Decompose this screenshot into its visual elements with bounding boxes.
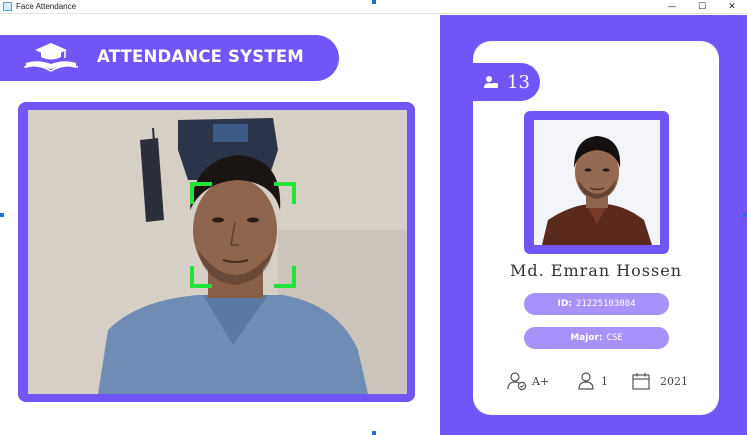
student-name: Md. Emran Hossen (509, 261, 682, 280)
resize-handle[interactable] (372, 0, 376, 4)
graduation-book-icon (23, 43, 79, 72)
student-photo (534, 120, 660, 245)
student-major-pill: Major: CSE (524, 327, 669, 349)
student-id-pill: ID: 21225103084 (524, 293, 669, 315)
resize-handle[interactable] (372, 431, 376, 435)
calendar-icon (632, 373, 650, 390)
maximize-button[interactable]: ☐ (687, 0, 717, 14)
window-title: Face Attendance (16, 2, 77, 11)
camera-feed (28, 110, 407, 394)
student-major-value: CSE (606, 333, 623, 343)
window-controls: — ☐ ✕ (657, 0, 747, 14)
close-button[interactable]: ✕ (717, 0, 747, 14)
student-info-panel: 13 Md. Emran Hossen ID: 21225103084 Majo… (440, 15, 747, 435)
year-stat: 2021 (631, 371, 688, 391)
student-major-label: Major: (570, 333, 603, 343)
attendance-count-badge: 13 (473, 63, 540, 101)
resize-handle[interactable] (0, 213, 4, 217)
camera-frame (18, 102, 415, 402)
student-photo-frame (524, 111, 669, 254)
student-id-value: 21225103084 (575, 299, 636, 309)
user-check-icon (507, 372, 527, 391)
year-value: 2021 (660, 374, 688, 388)
student-id-label: ID: (557, 299, 572, 309)
attendance-count: 13 (507, 71, 530, 93)
standing-value: A+ (532, 374, 550, 388)
user-badge-icon (484, 76, 498, 88)
user-icon (578, 372, 594, 390)
resize-handle[interactable] (743, 213, 747, 217)
attendance-value: 1 (601, 374, 608, 388)
student-card: 13 Md. Emran Hossen ID: 21225103084 Majo… (473, 41, 719, 415)
minimize-button[interactable]: — (657, 0, 687, 14)
header-banner: ATTENDANCE SYSTEM (0, 35, 339, 81)
app-icon (3, 2, 12, 11)
app-title: ATTENDANCE SYSTEM (97, 47, 304, 66)
face-detection-box (190, 182, 296, 288)
attendance-stat: 1 (576, 371, 608, 391)
standing-stat: A+ (507, 371, 549, 391)
